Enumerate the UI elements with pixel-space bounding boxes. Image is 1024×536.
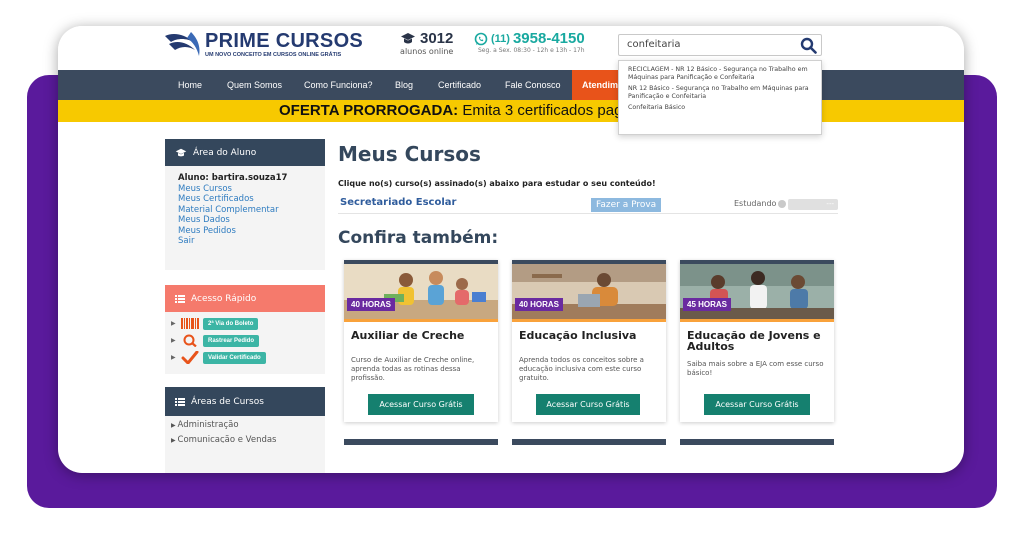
- confira-title: Confira também:: [338, 228, 499, 248]
- area-item-administracao[interactable]: ▶ Administração: [171, 420, 239, 430]
- nav-item-como-funciona[interactable]: Como Funciona?: [304, 70, 373, 100]
- card-description: Curso de Auxiliar de Creche online, apre…: [351, 356, 475, 382]
- quick-link-boleto[interactable]: ▶ 2ª Via do Boleto: [171, 317, 259, 330]
- boleto-button[interactable]: 2ª Via do Boleto: [203, 317, 259, 330]
- browser-frame: PRIME CURSOS UM NOVO CONCEITO EM CURSOS …: [58, 26, 964, 473]
- nav-item-home[interactable]: Home: [178, 70, 202, 100]
- course-card-educacao-inclusiva[interactable]: 40 HORAS Educação Inclusiva Aprenda todo…: [512, 260, 666, 422]
- banner-strong: OFERTA PRORROGADA:: [279, 102, 459, 119]
- phone-hours: Seg. a Sex. 08:30 - 12h e 13h - 17h: [478, 47, 585, 54]
- link-meus-pedidos[interactable]: Meus Pedidos: [178, 226, 312, 237]
- logo-wing-icon: [165, 32, 200, 56]
- phone-area-code: (11): [491, 32, 510, 45]
- hours-badge: 45 HORAS: [683, 298, 732, 311]
- caret-right-icon: ▶: [171, 354, 176, 361]
- suggestion-item[interactable]: RECICLAGEM - NR 12 Básico - Segurança no…: [628, 66, 812, 82]
- nav-item-blog[interactable]: Blog: [395, 70, 413, 100]
- card-photo-adults: [680, 260, 834, 322]
- hours-badge: 40 HORAS: [347, 298, 396, 311]
- magnifier-icon: [183, 334, 197, 347]
- checkmark-icon: [181, 351, 199, 364]
- validar-button[interactable]: Validar Certificado: [203, 351, 266, 364]
- course-card-stub: [512, 439, 666, 445]
- areas-header: Áreas de Cursos: [165, 387, 325, 416]
- quick-link-rastrear[interactable]: ▶ Rastrear Pedido: [171, 334, 260, 347]
- aluno-panel: Aluno: bartira.souza17 Meus Cursos Meus …: [165, 166, 325, 270]
- list-icon: [175, 294, 185, 303]
- area-item-comunicacao[interactable]: ▶ Comunicação e Vendas: [171, 435, 277, 443]
- aluno-title: Área do Aluno: [193, 147, 257, 158]
- course-card-eja[interactable]: 45 HORAS Educação de Jovens e Adultos Sa…: [680, 260, 834, 422]
- course-card-stub: [344, 439, 498, 445]
- card-description: Aprenda todos os conceitos sobre a educa…: [519, 356, 644, 382]
- aluno-name: Aluno: bartira.souza17: [178, 173, 288, 183]
- areas-title: Áreas de Cursos: [191, 396, 264, 407]
- instruction-text: Clique no(s) curso(s) assinado(s) abaixo…: [338, 179, 656, 188]
- online-label: alunos online: [400, 47, 454, 56]
- card-title[interactable]: Educação Inclusiva: [519, 330, 667, 341]
- link-material-complementar[interactable]: Material Complementar: [178, 205, 312, 216]
- nav-item-certificado[interactable]: Certificado: [438, 70, 481, 100]
- link-meus-cursos[interactable]: Meus Cursos: [178, 184, 312, 195]
- acessar-curso-button[interactable]: Acessar Curso Grátis: [704, 394, 810, 415]
- logo-title: PRIME CURSOS: [205, 29, 364, 52]
- suggestion-item[interactable]: NR 12 Básico - Segurança no Trabalho em …: [628, 85, 812, 101]
- hours-badge: 40 HORAS: [515, 298, 564, 311]
- fazer-prova-button[interactable]: Fazer a Prova: [591, 198, 662, 212]
- card-title[interactable]: Auxiliar de Creche: [351, 330, 499, 341]
- site-logo[interactable]: PRIME CURSOS UM NOVO CONCEITO EM CURSOS …: [163, 28, 363, 60]
- online-counter: 3012 alunos online: [400, 30, 453, 56]
- caret-right-icon: ▶: [171, 337, 176, 344]
- banner-text: Emita 3 certificados paga: [458, 102, 631, 119]
- barcode-icon: [181, 318, 199, 329]
- search-input-value[interactable]: confeitaria: [627, 39, 680, 50]
- card-photo-children: [344, 260, 498, 322]
- status-dot-icon: [778, 199, 787, 208]
- rastrear-button[interactable]: Rastrear Pedido: [203, 334, 260, 347]
- progress-bar: ---: [788, 199, 838, 210]
- progress-label: ---: [826, 200, 834, 208]
- card-description: Saiba mais sobre a EJA com esse curso bá…: [687, 360, 824, 377]
- page-title: Meus Cursos: [338, 142, 481, 166]
- caret-right-icon: ▶: [171, 320, 176, 327]
- card-title[interactable]: Educação de Jovens e Adultos: [687, 330, 835, 352]
- search-suggestions: RECICLAGEM - NR 12 Básico - Segurança no…: [618, 60, 822, 135]
- acesso-header: Acesso Rápido: [165, 285, 325, 312]
- graduation-cap-icon: [175, 148, 187, 157]
- acesso-title: Acesso Rápido: [191, 293, 257, 304]
- enrolled-course-row: Secretariado Escolar Fazer a Prova Estud…: [338, 194, 838, 214]
- card-photo-student: [512, 260, 666, 322]
- whatsapp-icon: [474, 32, 488, 45]
- status-label: Estudando: [734, 199, 777, 208]
- aluno-header: Área do Aluno: [165, 139, 325, 166]
- course-card-auxiliar-creche[interactable]: 40 HORAS Auxiliar de Creche Curso de Aux…: [344, 260, 498, 422]
- acessar-curso-button[interactable]: Acessar Curso Grátis: [536, 394, 640, 415]
- nav-item-fale-conosco[interactable]: Fale Conosco: [505, 70, 561, 100]
- course-card-stub: [680, 439, 834, 445]
- site-header: PRIME CURSOS UM NOVO CONCEITO EM CURSOS …: [58, 26, 964, 70]
- online-count: 3012: [420, 30, 454, 47]
- link-sair[interactable]: Sair: [178, 236, 312, 247]
- graduation-cap-icon: [401, 33, 415, 44]
- promo-banner[interactable]: OFERTA PRORROGADA: Emita 3 certificados …: [58, 100, 964, 122]
- status-badge: Estudando: [734, 199, 787, 208]
- link-meus-certificados[interactable]: Meus Certificados: [178, 194, 312, 205]
- quick-link-validar[interactable]: ▶ Validar Certificado: [171, 351, 266, 364]
- phone-contact[interactable]: (11) 3958-4150 Seg. a Sex. 08:30 - 12h e…: [474, 30, 585, 54]
- link-meus-dados[interactable]: Meus Dados: [178, 215, 312, 226]
- main-nav: Home Quem Somos Como Funciona? Blog Cert…: [58, 70, 964, 100]
- area-item-label: Comunicação e Vendas: [177, 435, 277, 443]
- area-item-label: Administração: [177, 420, 239, 430]
- suggestion-item[interactable]: Confeitaria Básico: [628, 104, 812, 112]
- phone-number: 3958-4150: [512, 30, 585, 47]
- acessar-curso-button[interactable]: Acessar Curso Grátis: [368, 394, 474, 415]
- list-icon: [175, 397, 185, 406]
- search-input[interactable]: confeitaria: [618, 34, 822, 56]
- search-icon[interactable]: [800, 37, 817, 54]
- nav-item-quem-somos[interactable]: Quem Somos: [227, 70, 282, 100]
- logo-subtitle: UM NOVO CONCEITO EM CURSOS ONLINE GRÁTIS: [205, 51, 342, 58]
- course-link[interactable]: Secretariado Escolar: [340, 197, 456, 208]
- screenshot-stage: PRIME CURSOS UM NOVO CONCEITO EM CURSOS …: [0, 0, 1024, 536]
